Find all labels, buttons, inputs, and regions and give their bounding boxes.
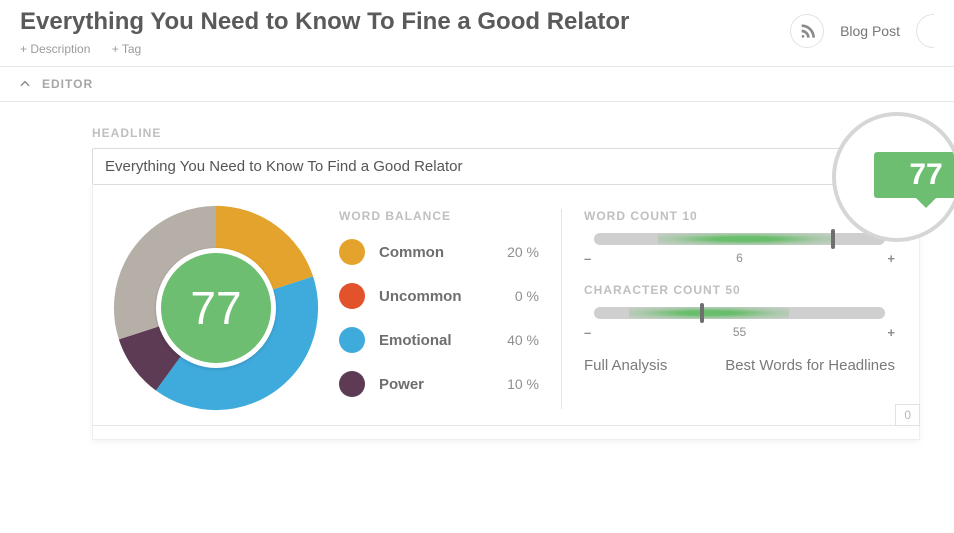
legend-name: Emotional xyxy=(379,332,497,349)
analysis-links: Full Analysis Best Words for Headlines xyxy=(584,357,895,374)
page-header: Everything You Need to Know To Fine a Go… xyxy=(0,0,954,66)
legend-swatch xyxy=(339,327,365,353)
chevron-up-icon xyxy=(18,77,32,91)
header-extra-button[interactable] xyxy=(916,14,934,48)
legend-swatch xyxy=(339,239,365,265)
vertical-divider xyxy=(561,209,562,409)
plus-icon: + xyxy=(887,325,895,340)
rss-icon xyxy=(799,23,815,39)
analysis-card: 77 WORD BALANCE Common20 % Uncommon0 % Emo… xyxy=(92,185,920,440)
legend-row: Uncommon0 % xyxy=(339,283,539,309)
legend-row: Common20 % xyxy=(339,239,539,265)
score-badge: 77 xyxy=(874,152,954,198)
word-balance-heading: WORD BALANCE xyxy=(339,209,539,223)
legend-name: Uncommon xyxy=(379,288,497,305)
legend-name: Power xyxy=(379,376,497,393)
bottom-rule xyxy=(92,425,920,426)
legend-name: Common xyxy=(379,244,497,261)
word-balance-donut: 77 xyxy=(111,203,321,413)
character-count-block: CHARACTER COUNT 50 – 55 + xyxy=(584,283,895,333)
plus-icon: + xyxy=(887,251,895,266)
add-tag-link[interactable]: + Tag xyxy=(112,42,141,56)
legend-pct: 40 % xyxy=(497,332,539,348)
word-count-tick: 6 xyxy=(736,251,743,265)
word-count-slider[interactable]: – 6 + xyxy=(584,229,895,259)
editor-collapse-bar[interactable]: EDITOR xyxy=(0,67,954,102)
minus-icon: – xyxy=(584,251,591,266)
minus-icon: – xyxy=(584,325,591,340)
character-count-slider[interactable]: – 55 + xyxy=(584,303,895,333)
legend-pct: 0 % xyxy=(497,288,539,304)
headline-label: HEADLINE xyxy=(92,126,954,140)
character-count-tick: 55 xyxy=(733,325,746,339)
counts-column: WORD COUNT 10 – 6 + CHARACTER COUNT 50 –… xyxy=(584,203,895,415)
legend-swatch xyxy=(339,283,365,309)
character-count-heading: CHARACTER COUNT 50 xyxy=(584,283,895,297)
add-description-link[interactable]: + Description xyxy=(20,42,90,56)
headline-input[interactable] xyxy=(92,148,920,185)
headline-score: 77 xyxy=(156,248,276,368)
legend-swatch xyxy=(339,371,365,397)
legend-pct: 20 % xyxy=(497,244,539,260)
legend-pct: 10 % xyxy=(497,376,539,392)
editor-label: EDITOR xyxy=(42,77,93,91)
editor-content: HEADLINE 77 WORD BALANCE Common20 % Uncom… xyxy=(0,102,954,440)
legend-row: Power10 % xyxy=(339,371,539,397)
header-right: Blog Post xyxy=(790,14,934,48)
post-type-label: Blog Post xyxy=(840,23,900,39)
legend-row: Emotional40 % xyxy=(339,327,539,353)
rss-button[interactable] xyxy=(790,14,824,48)
word-balance-column: WORD BALANCE Common20 % Uncommon0 % Emotio… xyxy=(339,203,539,415)
best-words-link[interactable]: Best Words for Headlines xyxy=(725,357,895,374)
word-counter-box: 0 xyxy=(895,404,920,426)
score-magnifier: 77 xyxy=(832,112,954,242)
full-analysis-link[interactable]: Full Analysis xyxy=(584,357,667,374)
